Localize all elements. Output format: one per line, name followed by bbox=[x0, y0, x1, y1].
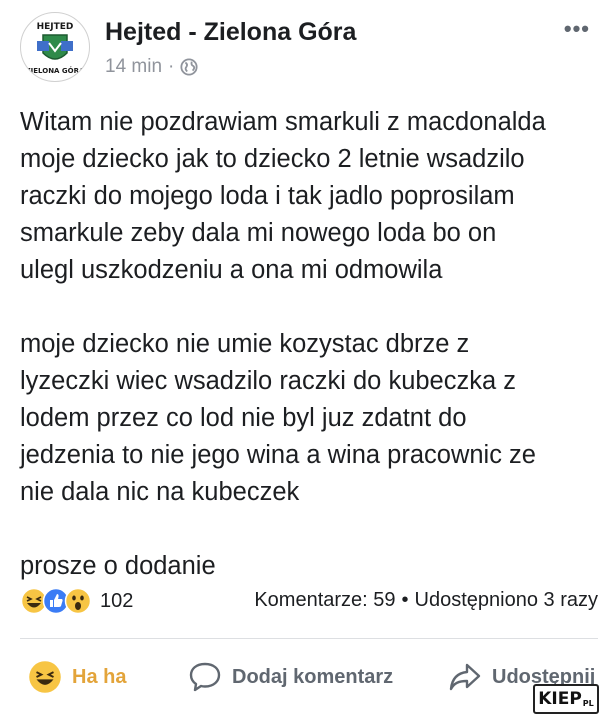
share-icon bbox=[449, 663, 481, 691]
watermark-logo: KIEP PL bbox=[533, 684, 599, 714]
wow-reaction-icon bbox=[64, 587, 92, 615]
counts-separator: • bbox=[401, 589, 409, 611]
haha-button[interactable]: Ha ha bbox=[28, 652, 126, 702]
post-header: HEJTED ZIELONA GÓRA Hejted - Zielona Gór… bbox=[20, 12, 590, 84]
comment-button[interactable]: Dodaj komentarz bbox=[188, 652, 393, 702]
meta-separator: · bbox=[168, 56, 175, 77]
page-name[interactable]: Hejted - Zielona Góra bbox=[105, 18, 356, 47]
comment-label: Dodaj komentarz bbox=[232, 665, 394, 688]
shares-count[interactable]: Udostępniono 3 razy bbox=[415, 589, 598, 612]
avatar-logo-icon: HEJTED ZIELONA GÓRA bbox=[22, 14, 88, 80]
page-avatar[interactable]: HEJTED ZIELONA GÓRA bbox=[20, 12, 90, 82]
post-actions: Ha ha Dodaj komentarz Udostępnij bbox=[20, 652, 610, 702]
engagement-counts: Komentarze: 59 • Udostępniono 3 razy bbox=[254, 589, 598, 612]
comments-count[interactable]: Komentarze: 59 bbox=[254, 589, 395, 612]
actions-divider bbox=[20, 638, 598, 639]
reactions-summary[interactable]: 102 bbox=[20, 587, 133, 615]
watermark-suffix: PL bbox=[582, 699, 594, 708]
reaction-count: 102 bbox=[100, 589, 134, 612]
comment-icon bbox=[189, 662, 221, 692]
globe-icon bbox=[180, 58, 198, 76]
haha-icon bbox=[29, 661, 61, 693]
post-meta: 14 min · bbox=[105, 56, 198, 78]
avatar-text-top: HEJTED bbox=[37, 22, 74, 32]
post-stats: 102 Komentarze: 59 • Udostępniono 3 razy bbox=[20, 583, 598, 619]
haha-label: Ha ha bbox=[72, 665, 127, 688]
post-text: Witam nie pozdrawiam smarkuli z macdonal… bbox=[20, 108, 546, 580]
avatar-text-bottom: ZIELONA GÓRA bbox=[26, 66, 85, 75]
post-time[interactable]: 14 min bbox=[105, 56, 162, 78]
more-options-button[interactable]: ••• bbox=[564, 16, 590, 42]
watermark-text: KIEP bbox=[538, 689, 582, 709]
